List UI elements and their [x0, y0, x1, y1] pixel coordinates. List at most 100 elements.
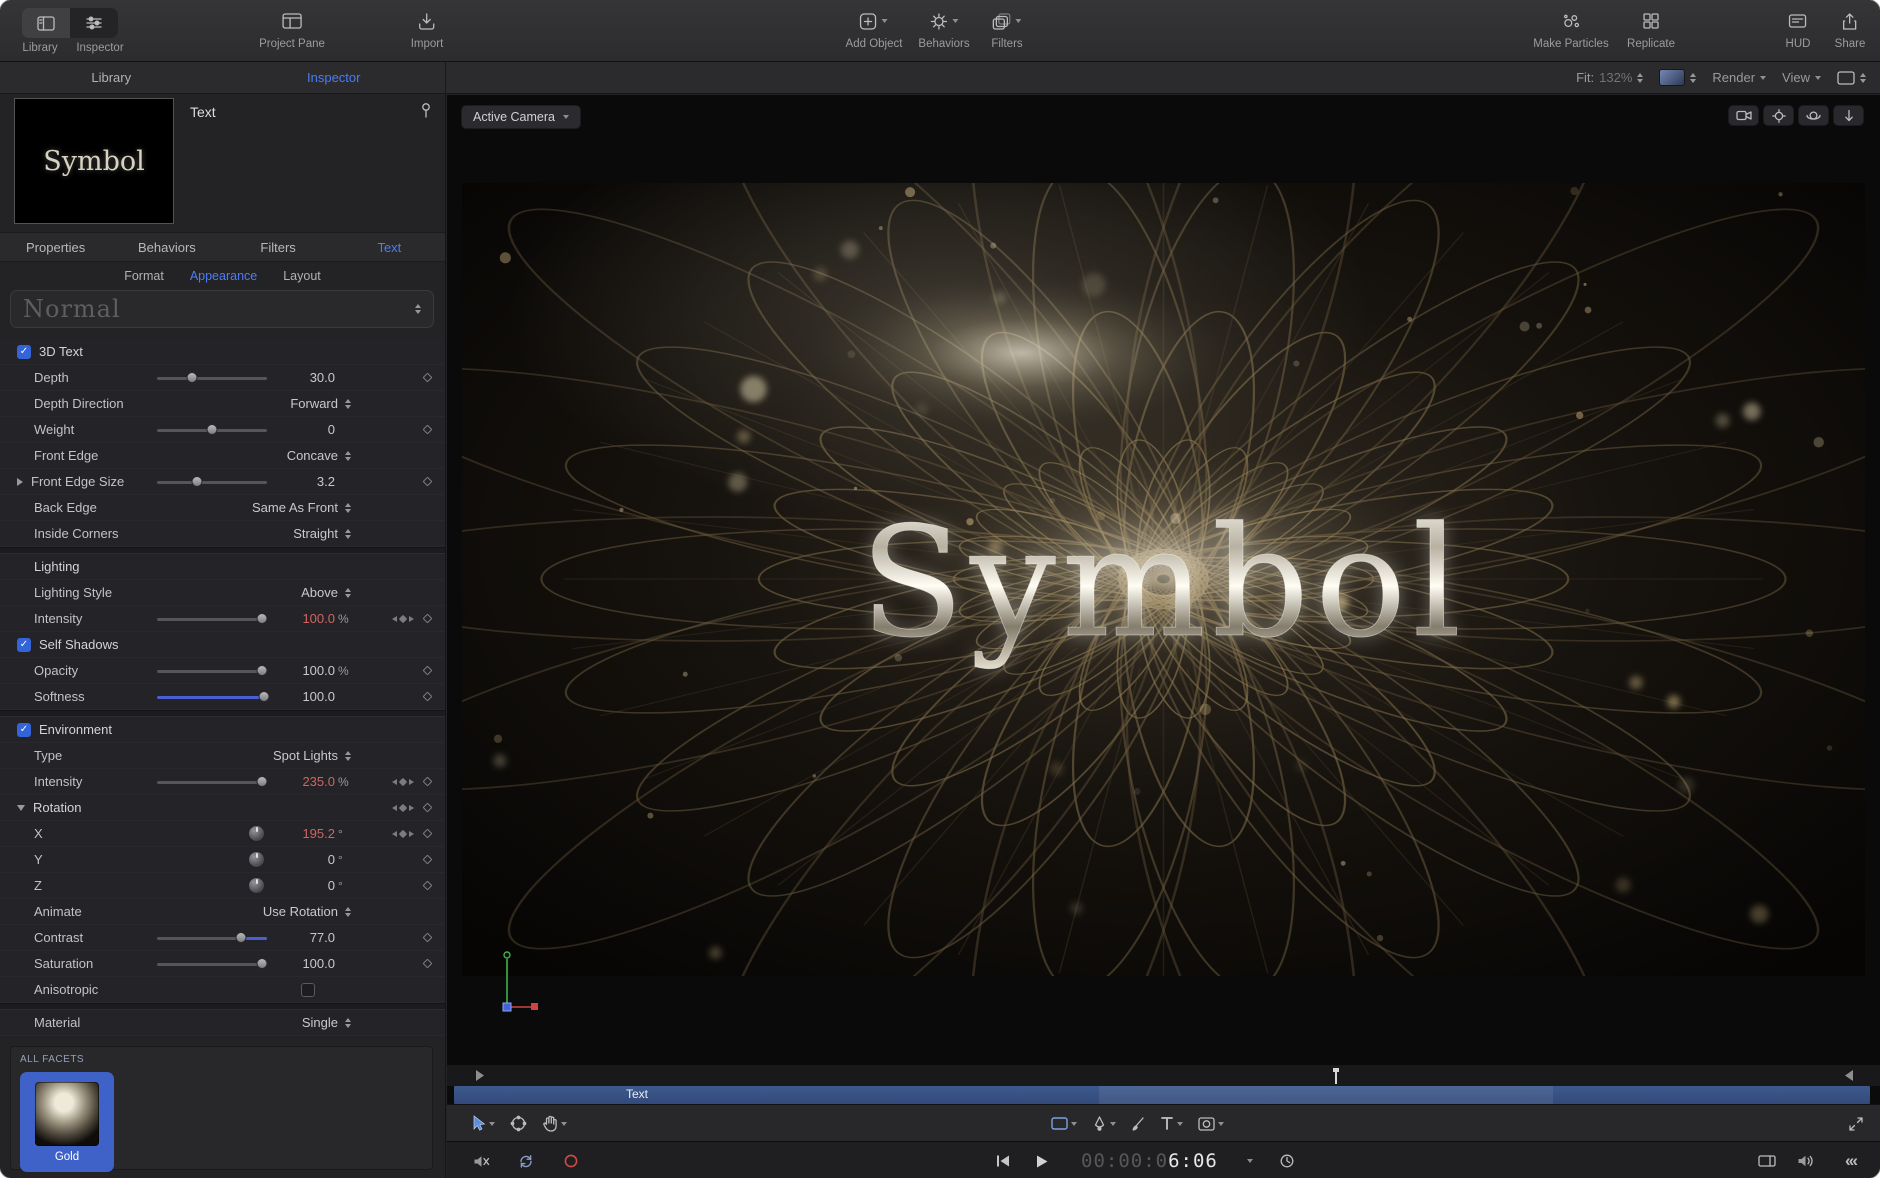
keyframe-icon[interactable]: [423, 855, 433, 865]
viewport[interactable]: Symbol Symbol Active Camera: [447, 95, 1880, 1064]
keyframe-icon[interactable]: [423, 666, 433, 676]
audio-button[interactable]: [1797, 1142, 1814, 1178]
disclosure-rotation-icon[interactable]: [17, 805, 25, 811]
checkbox-anisotropic[interactable]: [301, 983, 315, 997]
go-to-start-button[interactable]: [995, 1142, 1011, 1178]
view-menu[interactable]: View: [1782, 70, 1821, 85]
import-button[interactable]: Import: [411, 8, 444, 50]
value-weight[interactable]: 0: [279, 422, 335, 437]
in-point-marker-icon[interactable]: [473, 1069, 485, 1082]
slider-depth[interactable]: [157, 371, 267, 385]
slider-thumb[interactable]: [187, 372, 198, 383]
value-x[interactable]: 195.2: [279, 826, 335, 841]
value-softness[interactable]: 100.0: [279, 689, 335, 704]
timecode-display[interactable]: 00:00:06:06: [1081, 1142, 1218, 1178]
slider-thumb[interactable]: [256, 776, 267, 787]
value-saturation[interactable]: 100.0: [279, 956, 335, 971]
replicate-button[interactable]: Replicate: [1627, 8, 1675, 50]
popup-animate[interactable]: Use Rotation: [263, 904, 353, 919]
value-front-edge-size[interactable]: 3.2: [279, 474, 335, 489]
channel-swatch-control[interactable]: [1659, 69, 1696, 86]
slider-thumb[interactable]: [258, 691, 269, 702]
tab-properties[interactable]: Properties: [0, 240, 111, 255]
play-button[interactable]: [1035, 1142, 1049, 1178]
slider-thumb[interactable]: [207, 424, 218, 435]
rectangle-tool-button[interactable]: [1051, 1117, 1077, 1130]
center-view-button[interactable]: [1763, 105, 1794, 126]
keyframe-icon[interactable]: [423, 933, 433, 943]
value-intensity[interactable]: 235.0: [279, 774, 335, 789]
value-z[interactable]: 0: [279, 878, 335, 893]
share-button[interactable]: Share: [1835, 8, 1866, 50]
slider-contrast[interactable]: [157, 931, 267, 945]
keyframe-icon[interactable]: [423, 373, 433, 383]
orbit-view-button[interactable]: [1798, 105, 1829, 126]
keyframe-icon[interactable]: [423, 614, 433, 624]
value-depth[interactable]: 30.0: [279, 370, 335, 385]
keyframe-nav-icon[interactable]: [392, 779, 414, 785]
adjust-item-tool-button[interactable]: [510, 1115, 527, 1132]
mute-button[interactable]: [473, 1142, 490, 1178]
keyframe-icon[interactable]: [423, 829, 433, 839]
text-tool-button[interactable]: [1160, 1116, 1183, 1131]
checkbox-self-shadows[interactable]: ✓: [17, 638, 31, 652]
slider-saturation[interactable]: [157, 957, 267, 971]
slider-opacity[interactable]: [157, 664, 267, 678]
subtab-layout[interactable]: Layout: [283, 269, 321, 283]
timecode-menu-button[interactable]: [1247, 1142, 1253, 1178]
select-tool-button[interactable]: [471, 1115, 495, 1132]
popup-lighting-style[interactable]: Above: [301, 585, 353, 600]
keyframe-nav-icon[interactable]: [392, 831, 414, 837]
project-pane-button[interactable]: Project Pane: [259, 8, 325, 50]
fit-control[interactable]: Fit: 132%: [1576, 70, 1643, 85]
slider-intensity[interactable]: [157, 775, 267, 789]
timing-display-button[interactable]: [1279, 1142, 1295, 1178]
tab-filters[interactable]: Filters: [223, 240, 334, 255]
popup-back-edge[interactable]: Same As Front: [252, 500, 353, 515]
popup-inside-corners[interactable]: Straight: [293, 526, 353, 541]
tab-inspector[interactable]: Inspector: [223, 70, 446, 85]
keyframe-nav-icon[interactable]: [392, 805, 414, 811]
loop-button[interactable]: [517, 1142, 535, 1178]
fit-stepper-icon[interactable]: [1637, 73, 1643, 83]
bezier-tool-button[interactable]: [1092, 1116, 1116, 1132]
pan-tool-button[interactable]: [542, 1115, 567, 1132]
material-swatch-gold[interactable]: Gold: [20, 1072, 114, 1172]
slider-thumb[interactable]: [191, 476, 202, 487]
popup-material[interactable]: Single: [302, 1015, 353, 1030]
keyframe-icon[interactable]: [423, 425, 433, 435]
slider-front-edge-size[interactable]: [157, 475, 267, 489]
keyframe-icon[interactable]: [423, 881, 433, 891]
slider-intensity[interactable]: [157, 612, 267, 626]
disclosure-front-edge-size-icon[interactable]: [17, 478, 23, 486]
hud-button[interactable]: HUD: [1786, 8, 1811, 50]
keyframe-icon[interactable]: [423, 692, 433, 702]
camera-overlay-button[interactable]: [1728, 105, 1759, 126]
library-panel-button[interactable]: [22, 8, 70, 38]
tab-library[interactable]: Library: [0, 70, 223, 85]
make-particles-button[interactable]: Make Particles: [1533, 8, 1608, 50]
slider-softness[interactable]: [157, 690, 267, 704]
popup-front-edge[interactable]: Concave: [287, 448, 353, 463]
slider-thumb[interactable]: [256, 613, 267, 624]
tab-behaviors[interactable]: Behaviors: [111, 240, 222, 255]
keyframe-icon[interactable]: [423, 803, 433, 813]
slider-thumb[interactable]: [256, 958, 267, 969]
slider-thumb[interactable]: [235, 932, 246, 943]
behaviors-button[interactable]: Behaviors: [918, 8, 969, 50]
add-object-button[interactable]: Add Object: [846, 8, 903, 50]
fullscreen-button[interactable]: [1848, 1116, 1864, 1132]
pin-icon[interactable]: [419, 102, 433, 118]
out-point-marker-icon[interactable]: [1844, 1069, 1856, 1082]
record-button[interactable]: [563, 1142, 579, 1178]
subtab-appearance[interactable]: Appearance: [190, 269, 257, 283]
value-y[interactable]: 0: [279, 852, 335, 867]
popup-depth-direction[interactable]: Forward: [290, 396, 353, 411]
slider-thumb[interactable]: [256, 665, 267, 676]
checkbox-environment[interactable]: ✓: [17, 723, 31, 737]
dial-y[interactable]: [248, 851, 265, 868]
value-intensity[interactable]: 100.0: [279, 611, 335, 626]
keyframe-icon[interactable]: [423, 959, 433, 969]
keyframe-icon[interactable]: [423, 477, 433, 487]
slider-weight[interactable]: [157, 423, 267, 437]
